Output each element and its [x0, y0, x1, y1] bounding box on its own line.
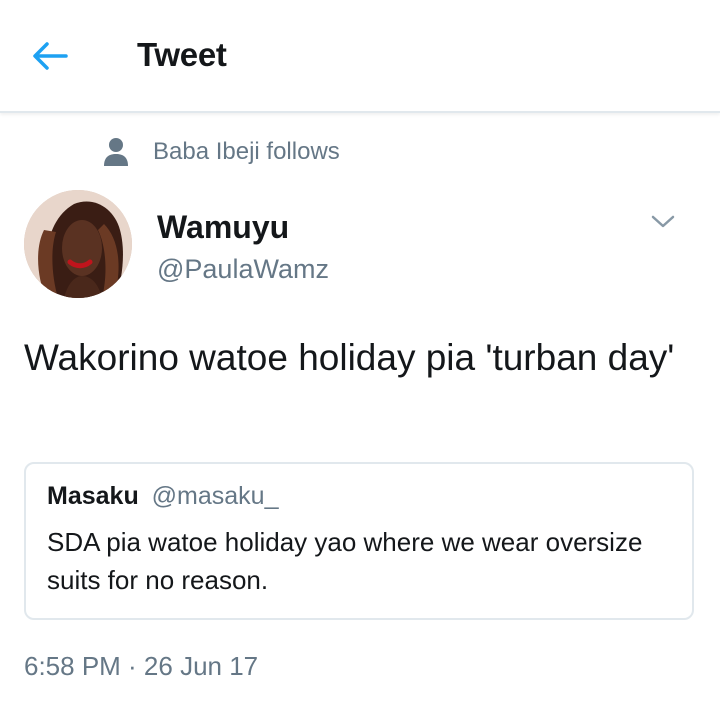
quoted-author-handle: @masaku_ — [151, 482, 279, 510]
arrow-left-icon — [33, 42, 68, 70]
page-title: Tweet — [137, 36, 227, 73]
author-handle[interactable]: @PaulaWamz — [157, 254, 329, 285]
top-app-bar: Tweet — [0, 0, 720, 113]
author-display-name[interactable]: Wamuyu — [157, 209, 289, 246]
avatar[interactable] — [24, 190, 132, 298]
quoted-tweet-text: SDA pia watoe holiday yao where we wear … — [47, 527, 643, 595]
social-context[interactable]: Baba Ibeji follows — [103, 134, 340, 170]
quoted-author-name: Masaku — [47, 482, 139, 510]
tweet-menu-button[interactable] — [643, 204, 683, 240]
chevron-down-icon — [651, 215, 675, 228]
tweet-text: Wakorino watoe holiday pia 'turban day' — [24, 337, 675, 378]
social-context-text: Baba Ibeji follows — [153, 138, 340, 165]
quoted-tweet-header: Masaku @masaku_ — [47, 482, 279, 511]
back-button[interactable] — [24, 30, 76, 82]
quoted-tweet-card[interactable]: Masaku @masaku_ SDA pia watoe holiday ya… — [24, 462, 694, 620]
person-icon — [104, 138, 128, 166]
tweet-timestamp: 6:58 PM · 26 Jun 17 — [24, 651, 259, 681]
tweet-detail-screen: Tweet Baba Ibeji follows Wamuyu @PaulaWa… — [0, 0, 720, 709]
